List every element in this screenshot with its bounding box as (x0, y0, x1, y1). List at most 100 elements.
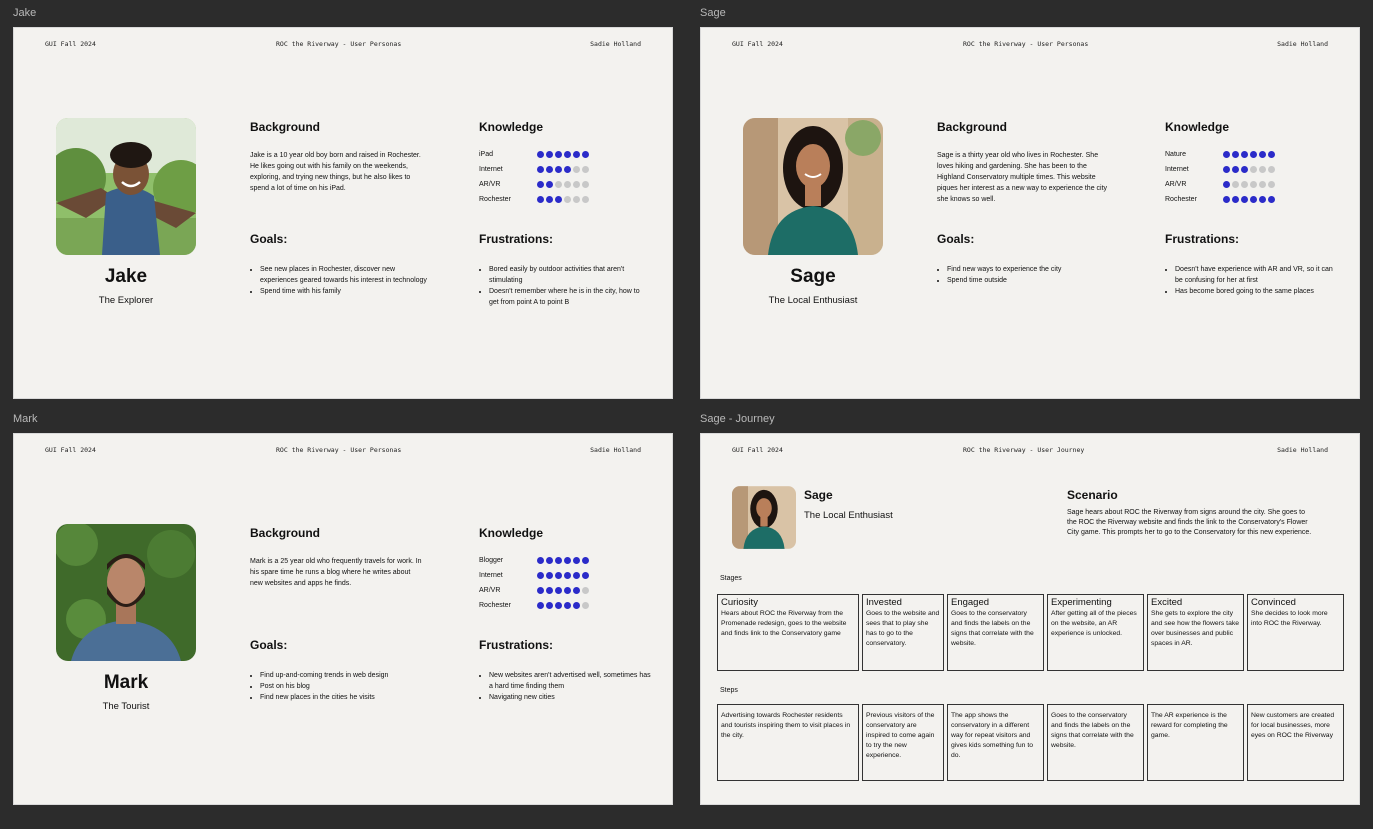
header-author: Sadie Holland (590, 40, 641, 48)
header-course: GUI Fall 2024 (732, 40, 783, 48)
rating-dot-filled (564, 602, 571, 609)
rating-dot-filled (564, 151, 571, 158)
knowledge-label: Rochester (479, 602, 511, 609)
rating-dot-empty (1250, 166, 1257, 173)
rating-dot-filled (555, 557, 562, 564)
rating-dot-empty (582, 587, 589, 594)
header-course: GUI Fall 2024 (732, 446, 783, 454)
persona-photo-sage-small (732, 486, 796, 549)
rating-dot-filled (1259, 196, 1266, 203)
step-card: The app shows the conservatory in a diff… (947, 704, 1044, 781)
knowledge-label: AR/VR (479, 181, 501, 188)
frame-label-sage[interactable]: Sage (700, 7, 726, 19)
header-author: Sadie Holland (1277, 40, 1328, 48)
stage-title: Engaged (951, 597, 990, 608)
persona-role: The Tourist (102, 701, 150, 712)
goal-item: Find up-and-coming trends in web design (260, 670, 430, 681)
frame-sage[interactable]: GUI Fall 2024 ROC the Riverway - User Pe… (700, 27, 1360, 399)
scenario-heading: Scenario (1067, 488, 1118, 502)
stage-title: Experimenting (1051, 597, 1112, 608)
goals-list: See new places in Rochester, discover ne… (250, 264, 430, 297)
frame-label-mark[interactable]: Mark (13, 413, 37, 425)
stage-title: Excited (1151, 597, 1183, 608)
rating-dot-empty (1241, 181, 1248, 188)
stages-heading: Stages (720, 575, 742, 582)
rating-dot-filled (1250, 196, 1257, 203)
stage-text: Hears about ROC the Riverway from the Pr… (721, 610, 847, 637)
step-card: The AR experience is the reward for comp… (1147, 704, 1244, 781)
rating-dot-empty (573, 196, 580, 203)
header-author: Sadie Holland (1277, 446, 1328, 454)
rating-dot-empty (573, 166, 580, 173)
rating-dot-empty (1259, 166, 1266, 173)
rating-dot-filled (537, 166, 544, 173)
goals-heading: Goals: (250, 638, 288, 652)
step-text: Goes to the conservatory and finds the l… (1051, 712, 1134, 749)
rating-dot-filled (546, 151, 553, 158)
rating-dot-empty (564, 181, 571, 188)
knowledge-rating (537, 602, 589, 609)
header-project: ROC the Riverway - User Journey (963, 446, 1085, 454)
rating-dot-filled (546, 602, 553, 609)
frame-jake[interactable]: GUI Fall 2024 ROC the Riverway - User Pe… (13, 27, 673, 399)
rating-dot-filled (564, 572, 571, 579)
frame-label-jake[interactable]: Jake (13, 7, 36, 19)
knowledge-rating (537, 572, 589, 579)
step-card: Advertising towards Rochester residents … (717, 704, 859, 781)
knowledge-row: Rochester (479, 602, 589, 609)
rating-dot-filled (582, 151, 589, 158)
rating-dot-empty (1268, 166, 1275, 173)
rating-dot-filled (1259, 151, 1266, 158)
knowledge-rating (1223, 151, 1275, 158)
rating-dot-empty (582, 196, 589, 203)
rating-dot-empty (582, 602, 589, 609)
rating-dot-filled (537, 557, 544, 564)
persona-name: Jake (104, 266, 148, 287)
stage-card: Curiosity Hears about ROC the Riverway f… (717, 594, 859, 671)
step-text: The app shows the conservatory in a diff… (951, 712, 1033, 759)
goals-list: Find new ways to experience the city Spe… (937, 264, 1117, 286)
rating-dot-filled (555, 151, 562, 158)
step-card: Previous visitors of the conservatory ar… (862, 704, 944, 781)
frame-journey[interactable]: GUI Fall 2024 ROC the Riverway - User Jo… (700, 433, 1360, 805)
frustration-item: Doesn't remember where he is in the city… (489, 286, 651, 308)
stage-title: Convinced (1251, 597, 1296, 608)
rating-dot-filled (555, 572, 562, 579)
header-project: ROC the Riverway - User Personas (276, 40, 402, 48)
rating-dot-filled (573, 602, 580, 609)
knowledge-rating (537, 557, 589, 564)
knowledge-row: Internet (1165, 166, 1275, 173)
frustrations-list: New websites aren't advertised well, som… (479, 670, 651, 703)
knowledge-row: iPad (479, 151, 589, 158)
rating-dot-filled (564, 557, 571, 564)
knowledge-row: AR/VR (1165, 181, 1275, 188)
knowledge-label: AR/VR (479, 587, 501, 594)
rating-dot-filled (1223, 181, 1230, 188)
background-heading: Background (937, 120, 1008, 134)
rating-dot-filled (537, 587, 544, 594)
knowledge-row: Nature (1165, 151, 1275, 158)
rating-dot-filled (582, 572, 589, 579)
rating-dot-filled (555, 587, 562, 594)
goal-item: Find new ways to experience the city (947, 264, 1117, 275)
rating-dot-filled (1223, 166, 1230, 173)
rating-dot-empty (582, 166, 589, 173)
knowledge-label: Rochester (479, 196, 511, 203)
step-text: Advertising towards Rochester residents … (721, 712, 851, 739)
stage-card: Engaged Goes to the conservatory and fin… (947, 594, 1044, 671)
frame-mark[interactable]: GUI Fall 2024 ROC the Riverway - User Pe… (13, 433, 673, 805)
rating-dot-filled (1241, 196, 1248, 203)
knowledge-row: AR/VR (479, 181, 589, 188)
rating-dot-filled (555, 196, 562, 203)
goal-item: See new places in Rochester, discover ne… (260, 264, 430, 286)
background-text: Sage is a thirty year old who lives in R… (937, 152, 1108, 203)
stage-card: Convinced She decides to look more into … (1247, 594, 1344, 671)
frame-label-journey[interactable]: Sage - Journey (700, 413, 775, 425)
rating-dot-filled (555, 602, 562, 609)
goals-heading: Goals: (937, 232, 975, 246)
rating-dot-filled (546, 166, 553, 173)
rating-dot-filled (546, 181, 553, 188)
scenario-text: Sage hears about ROC the Riverway from s… (1067, 509, 1312, 536)
background-heading: Background (250, 526, 321, 540)
persona-photo-sage (743, 118, 883, 255)
